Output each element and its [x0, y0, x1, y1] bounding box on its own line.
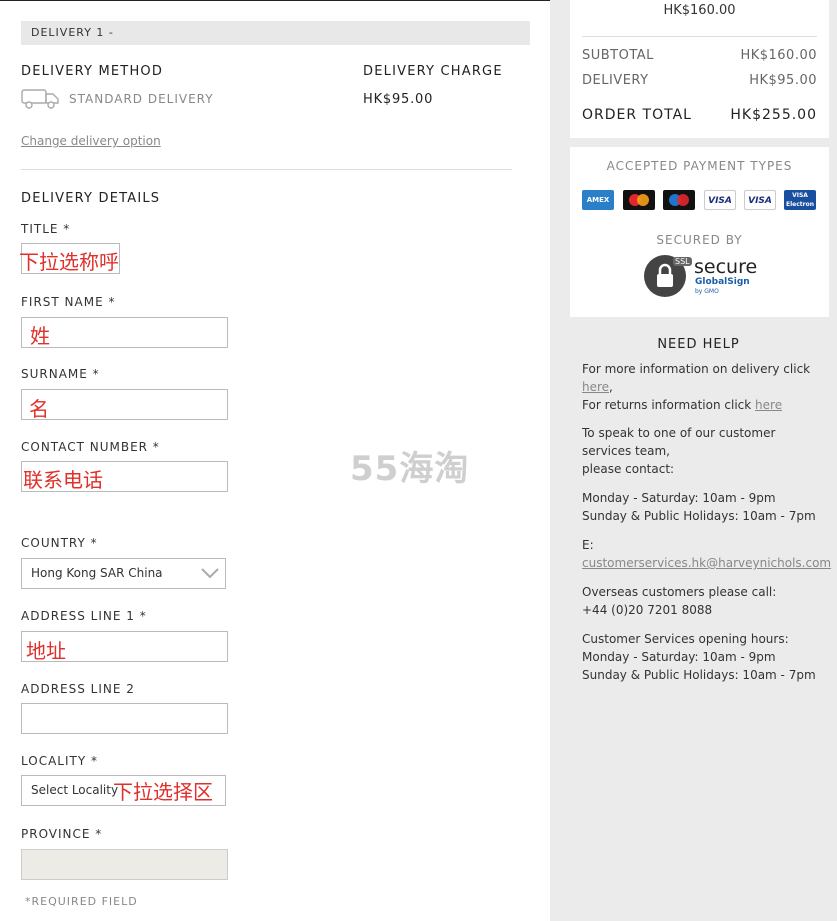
contact-number-annotation: 联系电话 — [23, 468, 103, 492]
help-content: For more information on delivery click h… — [582, 362, 832, 682]
delivery-info-link[interactable]: here — [582, 380, 609, 394]
delivery-section-bar: DELIVERY 1 - — [21, 21, 530, 45]
delivery-value: HK$95.00 — [749, 73, 817, 88]
maestro-icon — [663, 190, 695, 210]
returns-info-link[interactable]: here — [755, 398, 782, 412]
help-cs-hours-weekday: Monday - Saturday: 10am - 9pm — [582, 650, 776, 664]
change-delivery-link[interactable]: Change delivery option — [21, 134, 161, 148]
surname-field[interactable] — [21, 389, 228, 420]
help-email-prefix: E: — [582, 538, 594, 552]
ssl-lock-icon: SSL — [644, 255, 692, 297]
first-name-label: FIRST NAME * — [21, 295, 116, 309]
delivery-method-value: STANDARD DELIVERY — [69, 92, 214, 106]
visa-icon: VISA — [704, 190, 736, 210]
province-field — [21, 849, 228, 880]
order-total-row: ORDER TOTAL HK$255.00 — [582, 107, 817, 123]
required-field-note: *REQUIRED FIELD — [25, 895, 138, 908]
first-name-field[interactable] — [21, 317, 228, 348]
help-hours-weekday: Monday - Saturday: 10am - 9pm — [582, 491, 776, 505]
country-label: COUNTRY * — [21, 536, 98, 550]
summary-top-amount: HK$160.00 — [663, 3, 736, 18]
truck-icon — [21, 89, 59, 109]
address-line1-annotation: 地址 — [26, 639, 66, 663]
help-cs-hours-weekend: Sunday & Public Holidays: 10am - 7pm — [582, 668, 816, 682]
surname-label: SURNAME * — [21, 367, 100, 381]
order-sidebar: HK$160.00 SUBTOTAL HK$160.00 DELIVERY HK… — [550, 0, 837, 921]
delivery-form-panel: DELIVERY 1 - DELIVERY METHOD DELIVERY CH… — [0, 0, 550, 921]
help-phone: +44 (0)20 7201 8088 — [582, 603, 713, 617]
help-hours-weekend: Sunday & Public Holidays: 10am - 7pm — [582, 509, 816, 523]
surname-annotation: 名 — [29, 397, 49, 421]
country-select-value: Hong Kong SAR China — [31, 566, 163, 580]
help-cs-hours-heading: Customer Services opening hours: — [582, 632, 789, 646]
title-annotation: 下拉选称呼 — [19, 250, 119, 274]
locality-select-value: Select Locality — [31, 783, 119, 797]
help-delivery-text: For more information on delivery click — [582, 362, 811, 376]
ssl-secure-text: secure — [694, 256, 758, 278]
visa-electron-icon: VISA Electron — [784, 190, 816, 210]
address-line2-label: ADDRESS LINE 2 — [21, 682, 135, 696]
visa-debit-icon: VISA — [744, 190, 776, 210]
help-please-contact: please contact: — [582, 462, 675, 476]
contact-number-label: CONTACT NUMBER * — [21, 440, 160, 454]
payment-card: ACCEPTED PAYMENT TYPES SECURED BY SSL se… — [570, 147, 829, 317]
ssl-gmo-text: by GMO — [695, 288, 719, 295]
secured-by-heading: SECURED BY — [656, 233, 743, 247]
country-select[interactable]: Hong Kong SAR China — [21, 558, 226, 589]
mastercard-icon — [623, 190, 655, 210]
customer-service-email-link[interactable]: customerservices.hk@harveynichols.com — [582, 556, 831, 570]
subtotal-value: HK$160.00 — [740, 48, 817, 63]
delivery-charge-heading: DELIVERY CHARGE — [363, 64, 503, 79]
delivery-details-heading: DELIVERY DETAILS — [21, 191, 161, 206]
subtotal-label: SUBTOTAL — [582, 48, 654, 63]
first-name-annotation: 姓 — [30, 324, 50, 348]
chevron-down-icon — [201, 568, 219, 579]
ssl-badge: SSL — [673, 257, 692, 266]
delivery-row: DELIVERY HK$95.00 — [582, 73, 817, 88]
summary-divider — [582, 36, 817, 37]
delivery-label: DELIVERY — [582, 73, 649, 88]
watermark: 55海淘 — [350, 449, 470, 489]
help-returns-text: For returns information click — [582, 398, 752, 412]
order-total-label: ORDER TOTAL — [582, 107, 692, 123]
locality-label: LOCALITY * — [21, 754, 98, 768]
need-help-heading: NEED HELP — [657, 337, 740, 352]
delivery-charge-value: HK$95.00 — [363, 92, 434, 107]
help-speak-text: To speak to one of our customer services… — [582, 426, 776, 458]
amex-icon: AMEX — [582, 190, 614, 210]
subtotal-row: SUBTOTAL HK$160.00 — [582, 48, 817, 63]
accepted-payment-heading: ACCEPTED PAYMENT TYPES — [606, 159, 793, 173]
locality-annotation: 下拉选择区 — [113, 780, 213, 804]
help-overseas-text: Overseas customers please call: — [582, 585, 777, 599]
title-label: TITLE * — [21, 222, 71, 236]
province-label: PROVINCE * — [21, 827, 103, 841]
order-total-value: HK$255.00 — [730, 107, 817, 123]
address-line1-label: ADDRESS LINE 1 * — [21, 609, 147, 623]
delivery-method-heading: DELIVERY METHOD — [21, 64, 164, 79]
ssl-globalsign-text: GlobalSign — [695, 277, 750, 287]
divider — [21, 169, 512, 170]
order-summary-card: HK$160.00 SUBTOTAL HK$160.00 DELIVERY HK… — [570, 0, 829, 138]
address-line2-field[interactable] — [21, 703, 228, 734]
